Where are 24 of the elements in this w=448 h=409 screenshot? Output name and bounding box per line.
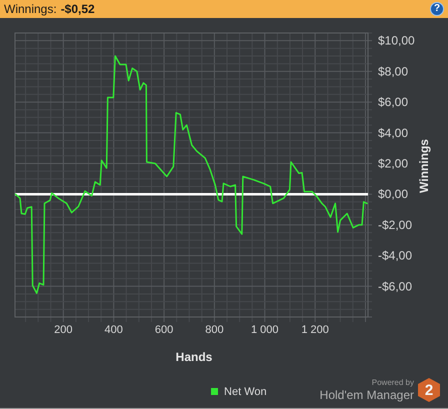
- y-tick-label: $6,00: [378, 95, 408, 110]
- x-tick-label: 1 200: [301, 324, 329, 336]
- y-tick-label: $0,00: [378, 187, 408, 202]
- y-tick-label: $2,00: [378, 156, 408, 170]
- y-tick-label: $4,00: [378, 126, 408, 140]
- product-name: Hold'em Manager: [320, 389, 414, 401]
- x-tick-label: 600: [154, 324, 174, 336]
- y-tick-label: -$2,00: [378, 218, 412, 232]
- logo-badge: 2: [418, 378, 440, 402]
- y-tick-label: $8,00: [378, 64, 408, 78]
- winnings-value: -$0,52: [60, 1, 95, 18]
- x-tick-label: 1 000: [251, 324, 279, 336]
- x-tick-label: 200: [54, 324, 73, 336]
- help-button[interactable]: ?: [430, 2, 444, 16]
- y-tick-label: -$6,00: [378, 279, 412, 294]
- x-tick-label: 400: [104, 324, 123, 336]
- y-tick-label: -$4,00: [378, 248, 412, 263]
- x-axis-title: Hands: [176, 349, 212, 366]
- powered-by-text: Powered by: [372, 379, 414, 387]
- winnings-label: Winnings:: [4, 1, 57, 18]
- x-tick-label: 800: [205, 324, 224, 336]
- y-axis-title: Winnings: [417, 139, 431, 193]
- legend-label: Net Won: [224, 384, 267, 400]
- y-tick-label: $10,00: [378, 34, 415, 48]
